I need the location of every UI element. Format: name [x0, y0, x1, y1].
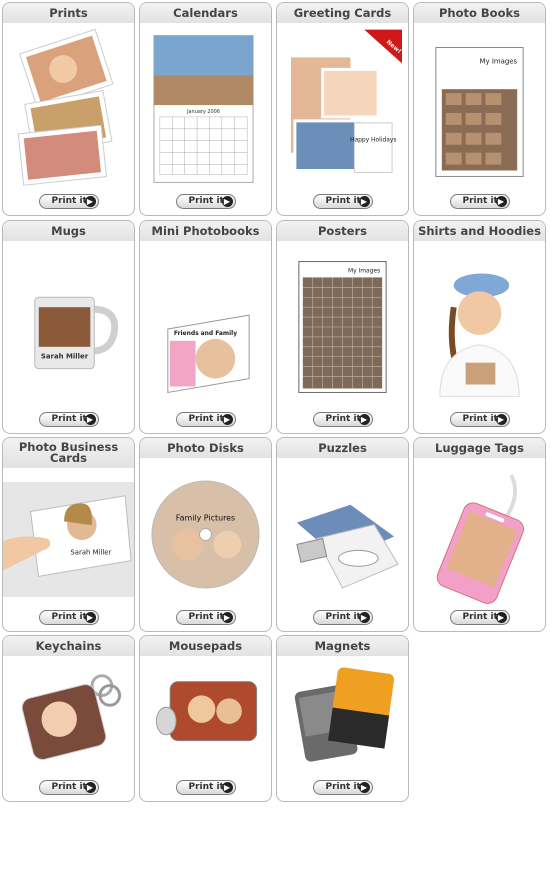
button-label: Print it: [188, 612, 224, 622]
arrow-right-icon: ▶: [495, 414, 507, 425]
print-it-button[interactable]: Print it ▶: [312, 610, 373, 625]
mini-photobook-icon[interactable]: Friends and Family: [146, 247, 265, 407]
button-label: Print it: [188, 414, 224, 424]
arrow-right-icon: ▶: [358, 782, 370, 793]
card-title: Calendars: [140, 3, 271, 23]
card-title: Shirts and Hoodies: [414, 221, 545, 241]
card-title: Luggage Tags: [414, 438, 545, 458]
poster-text: My Images: [348, 267, 380, 274]
card-title: Photo Disks: [140, 438, 271, 458]
arrow-right-icon: ▶: [221, 782, 233, 793]
shirt-icon[interactable]: [420, 247, 539, 407]
arrow-right-icon: ▶: [495, 196, 507, 207]
calendar-icon[interactable]: January 2006: [146, 29, 265, 189]
print-it-button[interactable]: Print it ▶: [175, 194, 236, 209]
button-label: Print it: [462, 612, 498, 622]
business-card-icon[interactable]: Sarah Miller: [3, 482, 134, 597]
button-label: Print it: [325, 782, 361, 792]
product-card-shirts-and-hoodies[interactable]: Shirts and Hoodies Print it ▶: [413, 220, 546, 434]
calendar-month: January 2006: [186, 109, 220, 115]
photo-disk-text: Family Pictures: [176, 514, 235, 523]
button-label: Print it: [325, 612, 361, 622]
card-title: Greeting Cards: [277, 3, 408, 23]
business-card-text: Sarah Miller: [70, 549, 111, 557]
arrow-right-icon: ▶: [358, 196, 370, 207]
arrow-right-icon: ▶: [495, 612, 507, 623]
button-label: Print it: [188, 196, 224, 206]
card-title: Puzzles: [277, 438, 408, 458]
button-label: Print it: [51, 414, 87, 424]
card-title: Prints: [3, 3, 134, 23]
button-label: Print it: [462, 196, 498, 206]
mug-icon[interactable]: Sarah Miller: [9, 247, 128, 407]
arrow-right-icon: ▶: [221, 612, 233, 623]
button-label: Print it: [188, 782, 224, 792]
product-card-photo-books[interactable]: Photo Books My Images Print it ▶: [413, 2, 546, 216]
print-it-button[interactable]: Print it ▶: [38, 412, 99, 427]
button-label: Print it: [51, 196, 87, 206]
arrow-right-icon: ▶: [358, 414, 370, 425]
button-label: Print it: [51, 612, 87, 622]
card-title: Mugs: [3, 221, 134, 241]
print-it-button[interactable]: Print it ▶: [38, 780, 99, 795]
product-card-prints[interactable]: Prints Print it ▶: [2, 2, 135, 216]
print-it-button[interactable]: Print it ▶: [38, 194, 99, 209]
product-card-keychains[interactable]: Keychains Print it ▶: [2, 635, 135, 802]
magnet-icon[interactable]: [283, 662, 402, 775]
print-it-button[interactable]: Print it ▶: [175, 780, 236, 795]
card-title: Keychains: [3, 636, 134, 656]
button-label: Print it: [51, 782, 87, 792]
arrow-right-icon: ▶: [84, 414, 96, 425]
arrow-right-icon: ▶: [84, 782, 96, 793]
photo-disk-icon[interactable]: Family Pictures: [146, 464, 265, 605]
mousepad-icon[interactable]: [146, 662, 265, 775]
print-it-button[interactable]: Print it ▶: [312, 194, 373, 209]
button-label: Print it: [325, 414, 361, 424]
print-it-button[interactable]: Print it ▶: [449, 194, 510, 209]
print-it-button[interactable]: Print it ▶: [449, 412, 510, 427]
product-card-luggage-tags[interactable]: Luggage Tags Print it ▶: [413, 437, 546, 632]
luggage-tag-icon[interactable]: [420, 464, 539, 605]
print-it-button[interactable]: Print it ▶: [449, 610, 510, 625]
print-it-button[interactable]: Print it ▶: [175, 412, 236, 427]
photo-book-icon[interactable]: My Images: [420, 29, 539, 189]
button-label: Print it: [325, 196, 361, 206]
card-title: Magnets: [277, 636, 408, 656]
product-card-calendars[interactable]: Calendars January 2006 Print it ▶: [139, 2, 272, 216]
greeting-card-icon[interactable]: Happy Holidays New!: [283, 29, 402, 189]
arrow-right-icon: ▶: [84, 612, 96, 623]
product-card-magnets[interactable]: Magnets Print it ▶: [276, 635, 409, 802]
card-title: Posters: [277, 221, 408, 241]
print-it-button[interactable]: Print it ▶: [312, 780, 373, 795]
product-card-posters[interactable]: Posters My Images Print it ▶: [276, 220, 409, 434]
greeting-card-text: Happy Holidays: [350, 137, 396, 144]
arrow-right-icon: ▶: [221, 196, 233, 207]
poster-icon[interactable]: My Images: [283, 247, 402, 407]
print-it-button[interactable]: Print it ▶: [38, 610, 99, 625]
card-title: Mini Photobooks: [140, 221, 271, 241]
print-it-button[interactable]: Print it ▶: [175, 610, 236, 625]
print-it-button[interactable]: Print it ▶: [312, 412, 373, 427]
puzzle-icon[interactable]: [283, 464, 402, 605]
product-card-mini-photobooks[interactable]: Mini Photobooks Friends and Family Print…: [139, 220, 272, 434]
arrow-right-icon: ▶: [358, 612, 370, 623]
product-card-puzzles[interactable]: Puzzles Print it ▶: [276, 437, 409, 632]
card-title: Photo Business Cards: [3, 438, 134, 468]
product-card-mugs[interactable]: Mugs Sarah Miller Print it ▶: [2, 220, 135, 434]
button-label: Print it: [462, 414, 498, 424]
card-title: Photo Books: [414, 3, 545, 23]
product-card-photo-business-cards[interactable]: Photo Business Cards Sarah Miller Print …: [2, 437, 135, 632]
mini-photobook-text: Friends and Family: [174, 330, 237, 337]
mug-text: Sarah Miller: [41, 353, 89, 361]
prints-icon[interactable]: [9, 29, 128, 189]
product-card-mousepads[interactable]: Mousepads Print it ▶: [139, 635, 272, 802]
photo-book-cover-text: My Images: [480, 57, 518, 65]
product-card-photo-disks[interactable]: Photo Disks Family Pictures Print it ▶: [139, 437, 272, 632]
arrow-right-icon: ▶: [221, 414, 233, 425]
product-card-greeting-cards[interactable]: Greeting Cards Happy Holidays New! Print…: [276, 2, 409, 216]
card-title: Mousepads: [140, 636, 271, 656]
arrow-right-icon: ▶: [84, 196, 96, 207]
keychain-icon[interactable]: [9, 662, 128, 775]
